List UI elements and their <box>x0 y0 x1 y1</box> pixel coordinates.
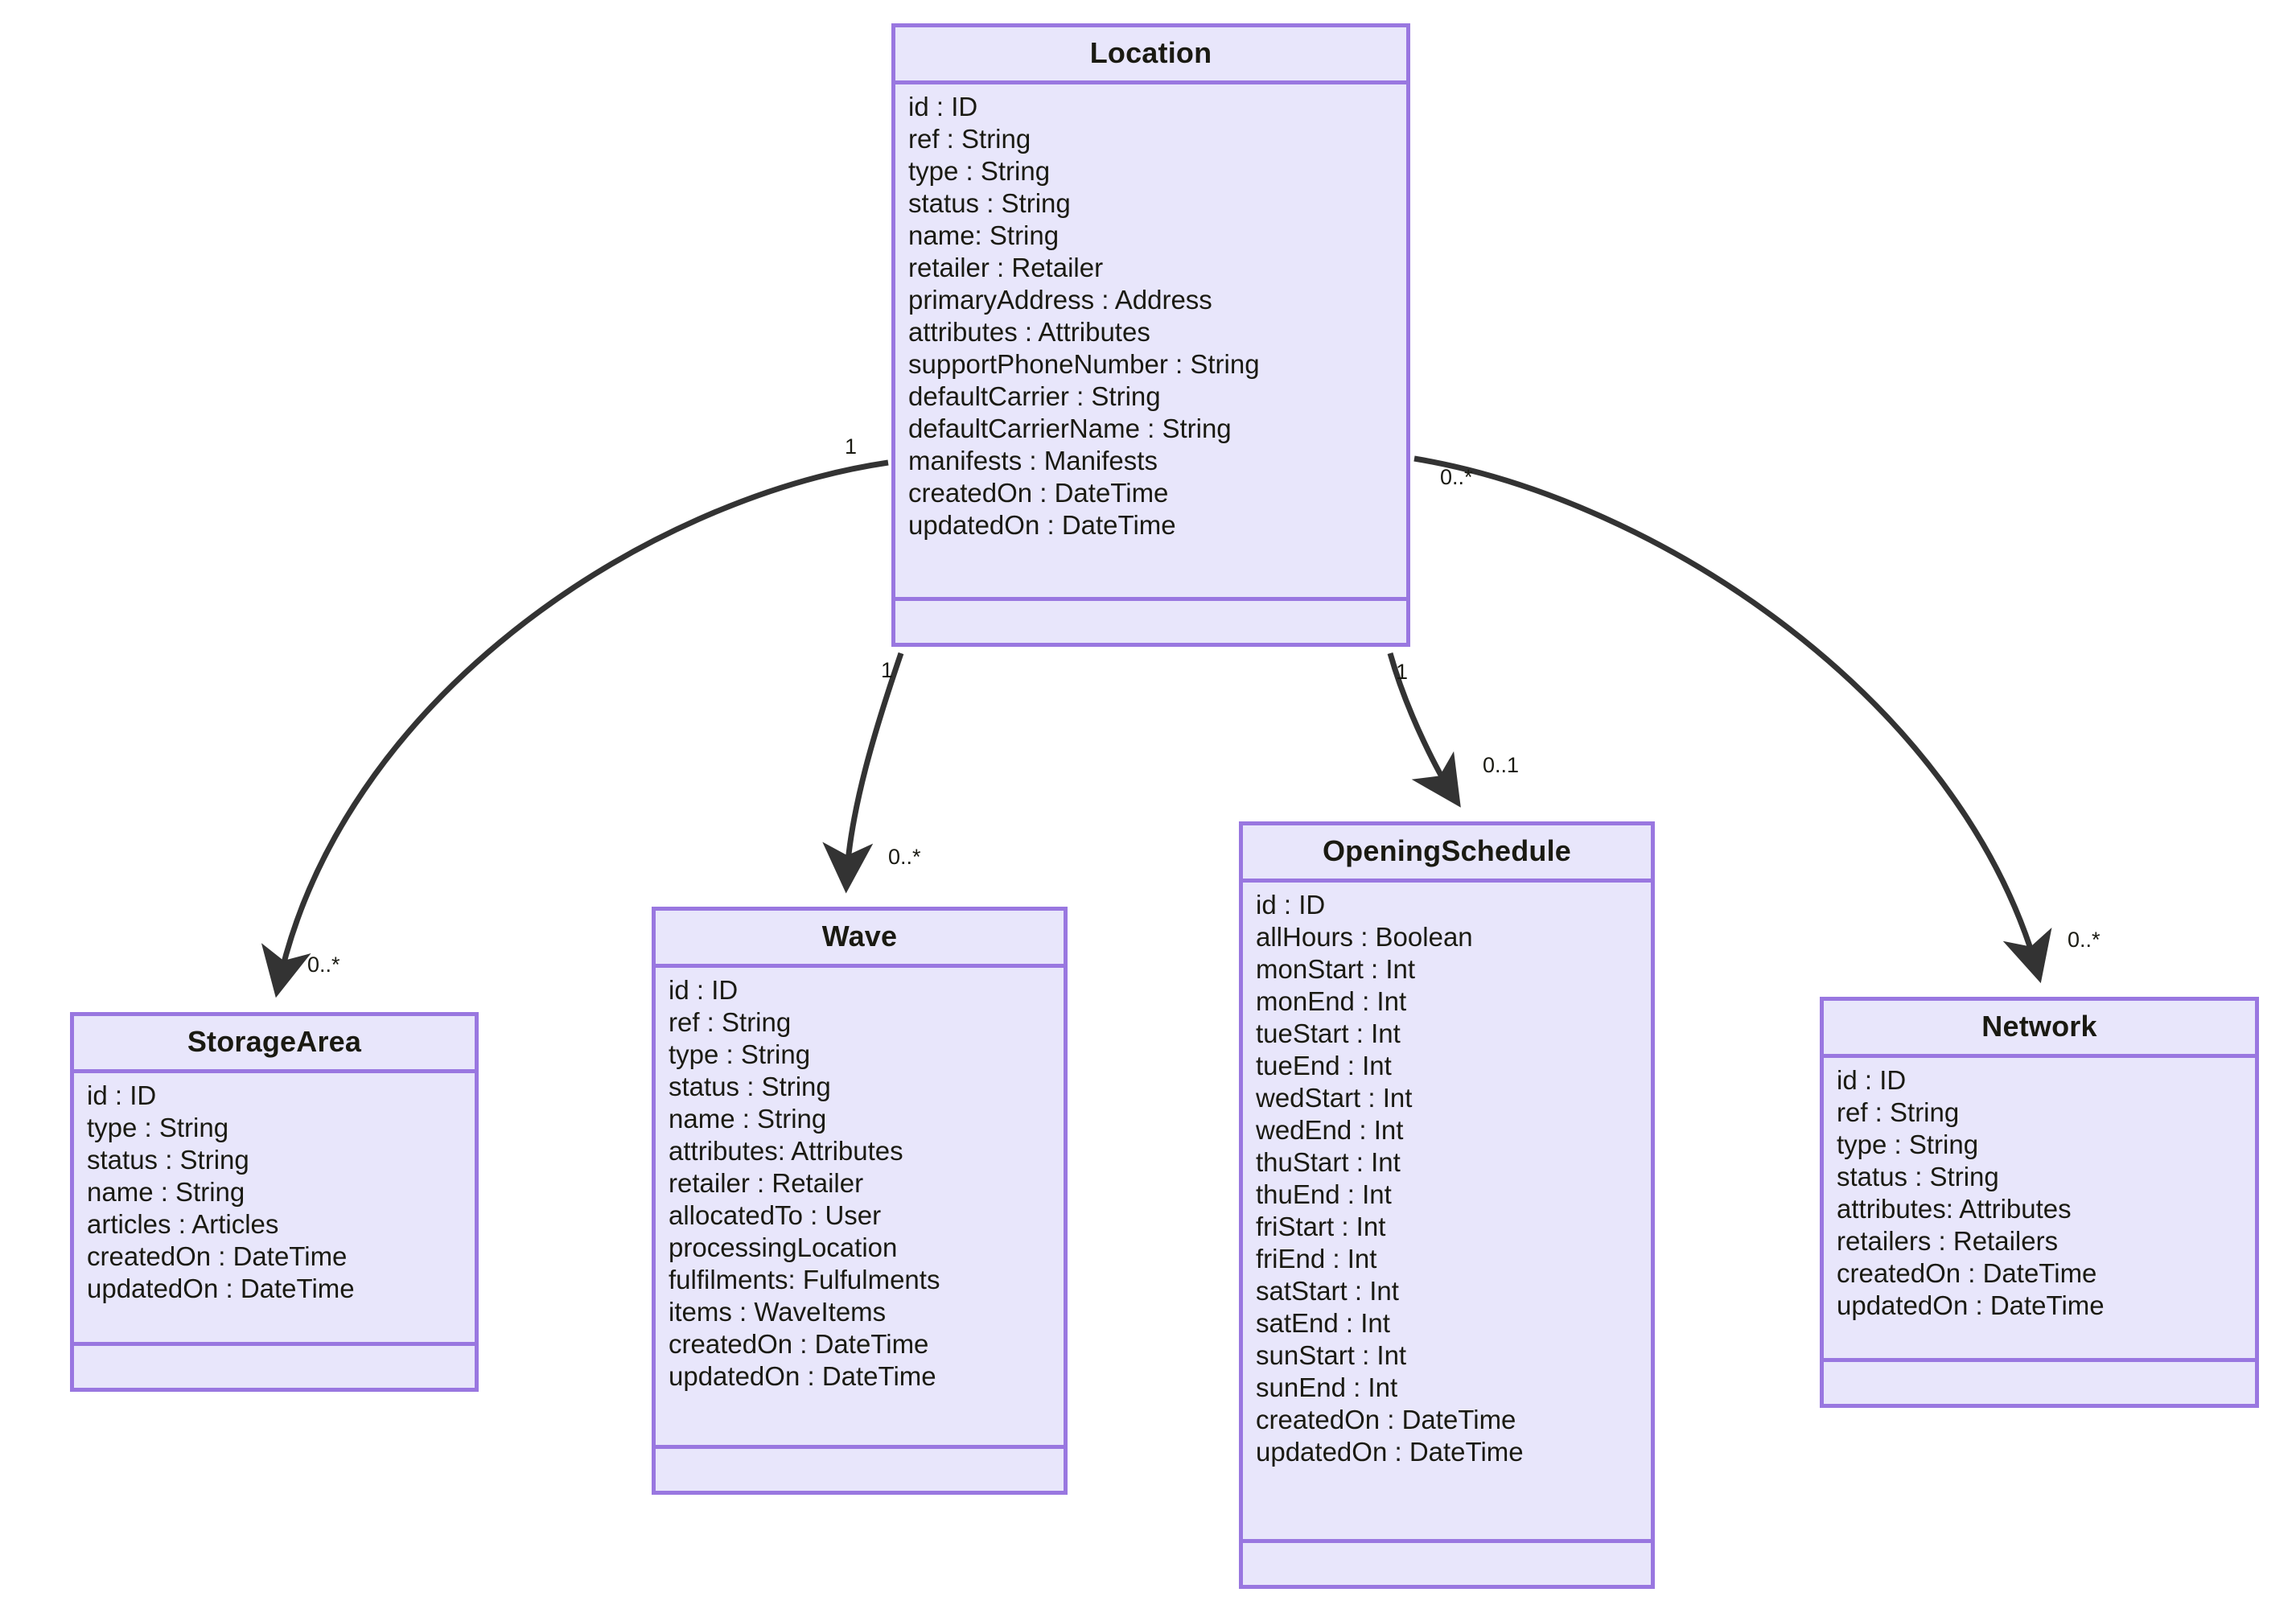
class-box-openingschedule[interactable]: OpeningSchedule id : ID allHours : Boolea… <box>1239 821 1655 1589</box>
class-attribute-row: attributes: Attributes <box>1837 1194 2072 1224</box>
class-title-storagearea: StorageArea <box>74 1016 475 1073</box>
class-attribute-row: ref : String <box>669 1007 792 1037</box>
class-attribute-row: defaultCarrier : String <box>908 381 1161 411</box>
class-attribute-row: satEnd : Int <box>1256 1308 1390 1338</box>
class-attribute-row: friStart : Int <box>1256 1212 1386 1241</box>
class-attribute-row: thuEnd : Int <box>1256 1179 1392 1209</box>
class-attribute-row: status : String <box>1837 1162 1999 1191</box>
class-attribute-row: thuStart : Int <box>1256 1147 1401 1177</box>
class-attribute-row: createdOn : DateTime <box>1837 1258 2097 1288</box>
class-attributes-network: id : ID ref : String type : String status :… <box>1824 1058 2255 1362</box>
class-attribute-row: allHours : Boolean <box>1256 922 1473 952</box>
class-attribute-row: name : String <box>87 1177 245 1207</box>
class-attribute-row: id : ID <box>1837 1065 1907 1095</box>
class-methods-storagearea <box>74 1346 475 1388</box>
class-attribute-row: createdOn : DateTime <box>87 1241 348 1271</box>
class-attribute-row: updatedOn : DateTime <box>87 1274 355 1303</box>
class-attribute-row: wedEnd : Int <box>1256 1115 1404 1145</box>
multiplicity-location-network-source: 0..* <box>1440 465 1473 489</box>
class-attribute-row: updatedOn : DateTime <box>1256 1437 1524 1467</box>
class-attributes-openingschedule: id : ID allHours : Boolean monStart : Int m… <box>1243 883 1651 1543</box>
class-attribute-row: name : String <box>669 1104 827 1134</box>
class-attribute-row: wedStart : Int <box>1256 1083 1413 1113</box>
class-attribute-row: updatedOn : DateTime <box>1837 1290 2105 1320</box>
multiplicity-location-storagearea-target: 0..* <box>307 953 340 977</box>
class-attribute-row: type : String <box>87 1113 229 1142</box>
class-attribute-row: retailer : Retailer <box>669 1168 864 1198</box>
class-attribute-row: id : ID <box>669 975 739 1005</box>
class-methods-location <box>895 601 1406 643</box>
class-attribute-row: createdOn : DateTime <box>908 478 1169 508</box>
class-box-network[interactable]: Network id : ID ref : String type : String… <box>1820 997 2259 1408</box>
class-attribute-row: defaultCarrierName : String <box>908 414 1232 443</box>
class-attributes-wave: id : ID ref : String type : String status :… <box>656 968 1064 1449</box>
class-attribute-row: status : String <box>908 188 1071 218</box>
class-attribute-row: type : String <box>1837 1130 1979 1159</box>
class-attribute-row: ref : String <box>1837 1097 1960 1127</box>
class-title-openingschedule: OpeningSchedule <box>1243 825 1651 883</box>
class-attributes-storagearea: id : ID type : String status : String name … <box>74 1073 475 1346</box>
multiplicity-location-network-target: 0..* <box>2068 928 2101 952</box>
multiplicity-location-wave-source: 1 <box>881 658 894 682</box>
class-methods-wave <box>656 1449 1064 1491</box>
multiplicity-location-openingschedule-source: 1 <box>1396 660 1409 684</box>
class-methods-network <box>1824 1362 2255 1404</box>
class-attributes-location: id : ID ref : String type : String status :… <box>895 84 1406 601</box>
class-attribute-row: processingLocation <box>669 1232 898 1262</box>
class-attribute-row: fulfilments: Fulfulments <box>669 1265 940 1294</box>
class-attribute-row: tueEnd : Int <box>1256 1051 1392 1080</box>
class-attribute-row: tueStart : Int <box>1256 1018 1401 1048</box>
class-attribute-row: ref : String <box>908 124 1031 154</box>
class-attribute-row: items : WaveItems <box>669 1297 887 1327</box>
class-methods-openingschedule <box>1243 1543 1651 1585</box>
class-attribute-row: retailers : Retailers <box>1837 1226 2059 1256</box>
class-attribute-row: name: String <box>908 220 1060 250</box>
class-attribute-row: supportPhoneNumber : String <box>908 349 1260 379</box>
class-attribute-row: sunEnd : Int <box>1256 1372 1398 1402</box>
class-attribute-row: sunStart : Int <box>1256 1340 1407 1370</box>
class-attribute-row: satStart : Int <box>1256 1276 1399 1306</box>
class-attribute-row: updatedOn : DateTime <box>669 1361 936 1391</box>
class-attribute-row: manifests : Manifests <box>908 446 1158 475</box>
multiplicity-location-openingschedule-target: 0..1 <box>1483 753 1520 777</box>
class-attribute-row: retailer : Retailer <box>908 253 1104 282</box>
multiplicity-location-storagearea-source: 1 <box>845 434 858 459</box>
class-attribute-row: primaryAddress : Address <box>908 285 1212 315</box>
class-title-location: Location <box>895 27 1406 84</box>
class-attribute-row: id : ID <box>1256 890 1326 920</box>
class-attribute-row: articles : Articles <box>87 1209 279 1239</box>
class-attribute-row: allocatedTo : User <box>669 1200 882 1230</box>
class-attribute-row: type : String <box>669 1039 811 1069</box>
class-attribute-row: id : ID <box>908 92 978 121</box>
class-attribute-row: id : ID <box>87 1080 157 1110</box>
class-attribute-row: type : String <box>908 156 1051 186</box>
class-attribute-row: monEnd : Int <box>1256 986 1407 1016</box>
uml-class-diagram-canvas: 1 0..* 1 0..* 1 0..1 0..* 0..* Location … <box>0 0 2296 1609</box>
class-attribute-row: attributes: Attributes <box>669 1136 903 1166</box>
class-attribute-row: createdOn : DateTime <box>1256 1405 1516 1434</box>
class-attribute-row: friEnd : Int <box>1256 1244 1377 1274</box>
class-attribute-row: status : String <box>87 1145 249 1175</box>
class-attribute-row: attributes : Attributes <box>908 317 1150 347</box>
class-attribute-row: status : String <box>669 1072 831 1101</box>
class-title-network: Network <box>1824 1001 2255 1058</box>
class-box-location[interactable]: Location id : ID ref : String type : Strin… <box>891 23 1410 647</box>
class-attribute-row: createdOn : DateTime <box>669 1329 929 1359</box>
class-box-storagearea[interactable]: StorageArea id : ID type : String status :… <box>70 1012 479 1392</box>
class-attribute-row: updatedOn : DateTime <box>908 510 1176 540</box>
class-attribute-row: monStart : Int <box>1256 954 1416 984</box>
class-box-wave[interactable]: Wave id : ID ref : String type : String sta… <box>652 907 1068 1495</box>
class-title-wave: Wave <box>656 911 1064 968</box>
multiplicity-location-wave-target: 0..* <box>888 845 921 869</box>
